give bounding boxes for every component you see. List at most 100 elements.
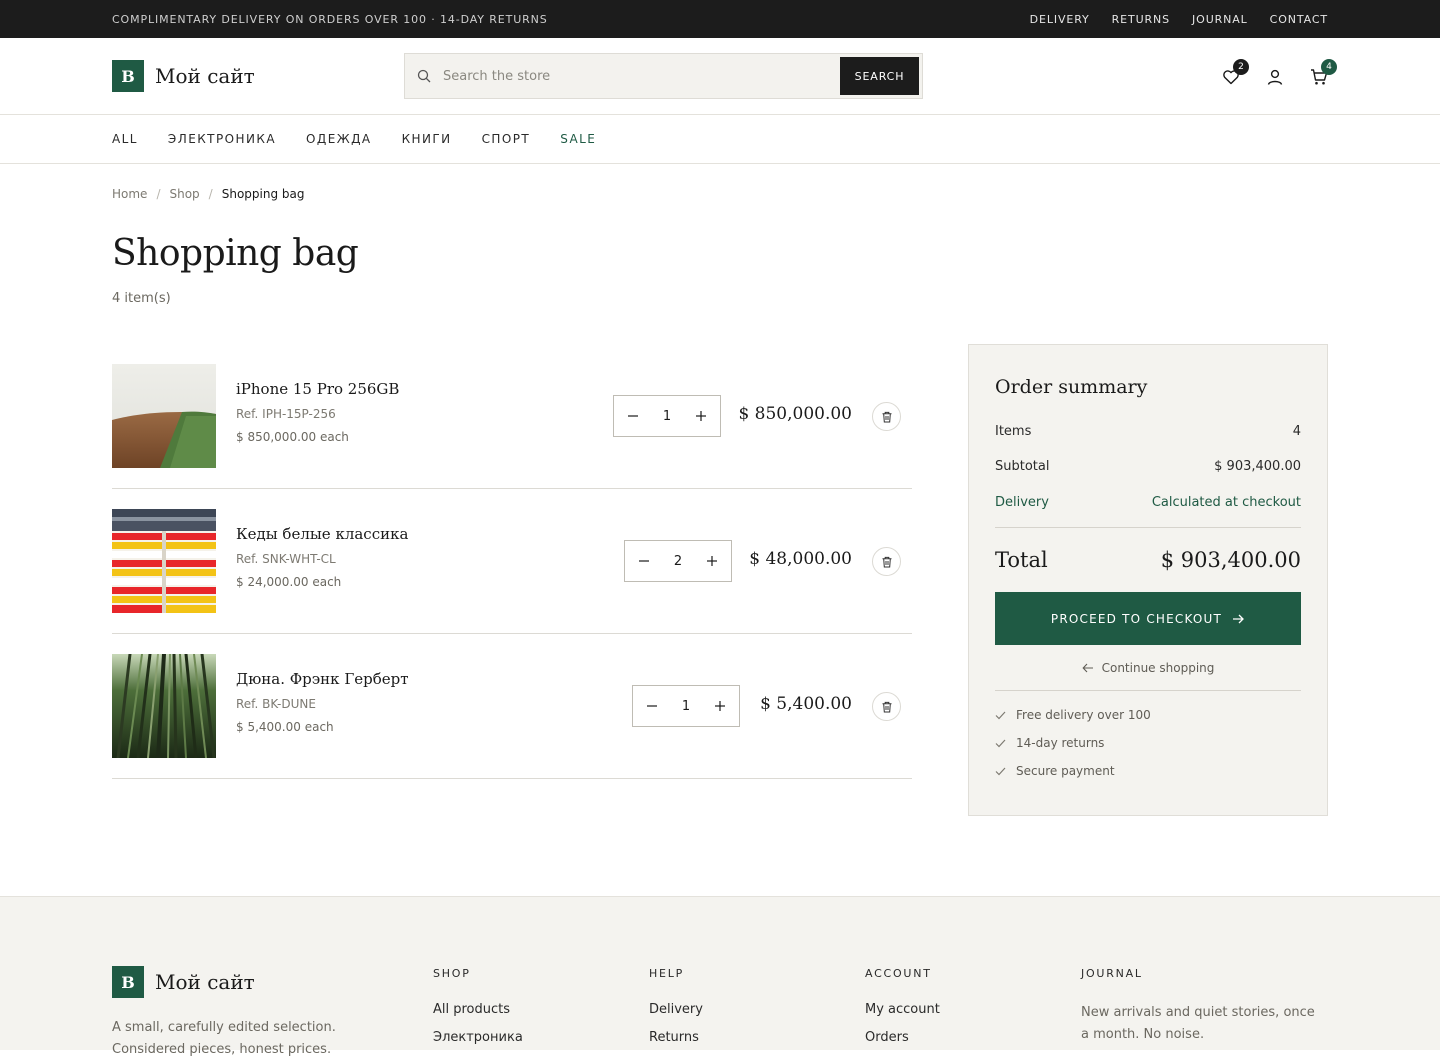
product-info: Дюна. Фрэнк Герберт Ref. BK-DUNE $ 5,400… — [236, 670, 409, 734]
check-icon — [995, 711, 1006, 719]
footer-link-returns[interactable]: Returns — [649, 1030, 703, 1045]
brand-logo[interactable]: B Мой сайт — [112, 60, 255, 92]
line-total: $ 5,400.00 — [760, 694, 852, 714]
product-ref: Ref. IPH-15P-256 — [236, 407, 336, 421]
summary-delivery-value: Calculated at checkout — [1151, 495, 1301, 510]
summary-subtotal-value: $ 903,400.00 — [1214, 459, 1301, 474]
product-image-bamboo[interactable] — [112, 654, 216, 758]
product-info: iPhone 15 Pro 256GB Ref. IPH-15P-256 $ 8… — [236, 380, 399, 444]
trash-icon — [882, 701, 891, 712]
footer-brand[interactable]: B Мой сайт — [112, 966, 255, 998]
footer-col-title: ACCOUNT — [865, 967, 932, 980]
minus-icon — [628, 415, 638, 417]
promo-text: COMPLIMENTARY DELIVERY ON ORDERS OVER 10… — [112, 12, 548, 26]
page-title: Shopping bag — [112, 233, 359, 274]
line-total: $ 48,000.00 — [749, 549, 852, 569]
search-bar: SEARCH — [404, 53, 923, 99]
brand-name: Мой сайт — [155, 970, 255, 994]
line-total: $ 850,000.00 — [738, 404, 852, 424]
decrease-quantity-button[interactable] — [645, 699, 659, 713]
summary-total-row: Total $ 903,400.00 — [995, 548, 1301, 572]
nav-item-electronics[interactable]: ЭЛЕКТРОНИКА — [168, 132, 276, 146]
top-link-journal[interactable]: JOURNAL — [1192, 13, 1248, 26]
brand-mark: B — [112, 60, 144, 92]
summary-divider — [995, 690, 1301, 691]
order-summary: Order summary Items 4 Subtotal $ 903,400… — [968, 344, 1328, 816]
product-ref: Ref. SNK-WHT-CL — [236, 552, 336, 566]
header-actions: 2 4 — [1222, 38, 1337, 115]
footer-link-all-products[interactable]: All products — [433, 1002, 523, 1017]
brand-name: Мой сайт — [155, 64, 255, 88]
summary-delivery-label: Delivery — [995, 495, 1049, 510]
footer-col-title: HELP — [649, 967, 685, 980]
cart-button[interactable]: 4 — [1310, 58, 1337, 86]
breadcrumb-separator: / — [156, 187, 161, 201]
footer-link-electronics[interactable]: Электроника — [433, 1030, 523, 1045]
increase-quantity-button[interactable] — [705, 554, 719, 568]
top-link-delivery[interactable]: DELIVERY — [1030, 13, 1090, 26]
check-icon — [995, 767, 1006, 775]
remove-item-button[interactable] — [872, 692, 901, 721]
cart-item: Дюна. Фрэнк Герберт Ref. BK-DUNE $ 5,400… — [112, 634, 912, 779]
nav-item-books[interactable]: КНИГИ — [402, 132, 452, 146]
cart-list: iPhone 15 Pro 256GB Ref. IPH-15P-256 $ 8… — [112, 344, 912, 779]
summary-divider — [995, 527, 1301, 528]
top-link-contact[interactable]: CONTACT — [1270, 13, 1328, 26]
product-ref: Ref. BK-DUNE — [236, 697, 316, 711]
perk-label: 14-day returns — [1016, 736, 1105, 750]
nav-item-sale[interactable]: SALE — [560, 132, 596, 146]
breadcrumb-home[interactable]: Home — [112, 187, 147, 201]
quantity-stepper: 2 — [624, 540, 732, 582]
cart-item: iPhone 15 Pro 256GB Ref. IPH-15P-256 $ 8… — [112, 344, 912, 489]
footer-link-my-account[interactable]: My account — [865, 1002, 940, 1017]
account-button[interactable] — [1266, 68, 1284, 86]
breadcrumb-current: Shopping bag — [221, 187, 305, 201]
breadcrumb-shop[interactable]: Shop — [169, 187, 199, 201]
footer-link-orders[interactable]: Orders — [865, 1030, 940, 1045]
search-input[interactable] — [443, 68, 840, 84]
remove-item-button[interactable] — [872, 547, 901, 576]
brand-mark: B — [112, 966, 144, 998]
continue-shopping-link[interactable]: Continue shopping — [995, 661, 1301, 675]
item-count: 4 item(s) — [112, 291, 171, 306]
summary-items-row: Items 4 — [995, 424, 1301, 439]
summary-items-label: Items — [995, 424, 1032, 439]
cart-item: Кеды белые классика Ref. SNK-WHT-CL $ 24… — [112, 489, 912, 634]
top-link-returns[interactable]: RETURNS — [1112, 13, 1170, 26]
user-icon — [1267, 69, 1283, 85]
checkout-label: PROCEED TO CHECKOUT — [1050, 611, 1223, 626]
product-image-field[interactable] — [112, 364, 216, 468]
product-name[interactable]: Дюна. Фрэнк Герберт — [236, 670, 409, 688]
arrow-left-icon — [1082, 663, 1093, 673]
plus-icon — [707, 556, 717, 566]
quantity-value: 2 — [673, 553, 683, 569]
product-unit-price: $ 850,000.00 each — [236, 430, 349, 444]
trash-icon — [882, 556, 891, 567]
decrease-quantity-button[interactable] — [626, 409, 640, 423]
quantity-value: 1 — [662, 408, 672, 424]
checkout-button[interactable]: PROCEED TO CHECKOUT — [995, 592, 1301, 645]
site-footer: B Мой сайт A small, carefully edited sel… — [0, 896, 1440, 1057]
wishlist-button[interactable]: 2 — [1222, 58, 1249, 86]
plus-icon — [696, 411, 706, 421]
site-header: B Мой сайт SEARCH 2 4 — [0, 38, 1440, 115]
top-links: DELIVERY RETURNS JOURNAL CONTACT — [1030, 13, 1328, 26]
product-name[interactable]: Кеды белые классика — [236, 525, 408, 543]
quantity-value: 1 — [681, 698, 691, 714]
search-button[interactable]: SEARCH — [840, 57, 919, 95]
nav-item-all[interactable]: ALL — [112, 132, 138, 146]
footer-col-help: HELP Delivery Returns — [649, 967, 703, 1058]
nav-item-sport[interactable]: СПОРТ — [482, 132, 531, 146]
product-name[interactable]: iPhone 15 Pro 256GB — [236, 380, 399, 398]
increase-quantity-button[interactable] — [694, 409, 708, 423]
remove-item-button[interactable] — [872, 402, 901, 431]
nav-item-clothing[interactable]: ОДЕЖДА — [306, 132, 372, 146]
perk-label: Secure payment — [1016, 764, 1115, 778]
perk-item: 14-day returns — [995, 736, 1301, 750]
minus-icon — [647, 705, 657, 707]
summary-total-label: Total — [995, 548, 1048, 572]
product-image-striped[interactable] — [112, 509, 216, 613]
increase-quantity-button[interactable] — [713, 699, 727, 713]
footer-link-delivery[interactable]: Delivery — [649, 1002, 703, 1017]
decrease-quantity-button[interactable] — [637, 554, 651, 568]
